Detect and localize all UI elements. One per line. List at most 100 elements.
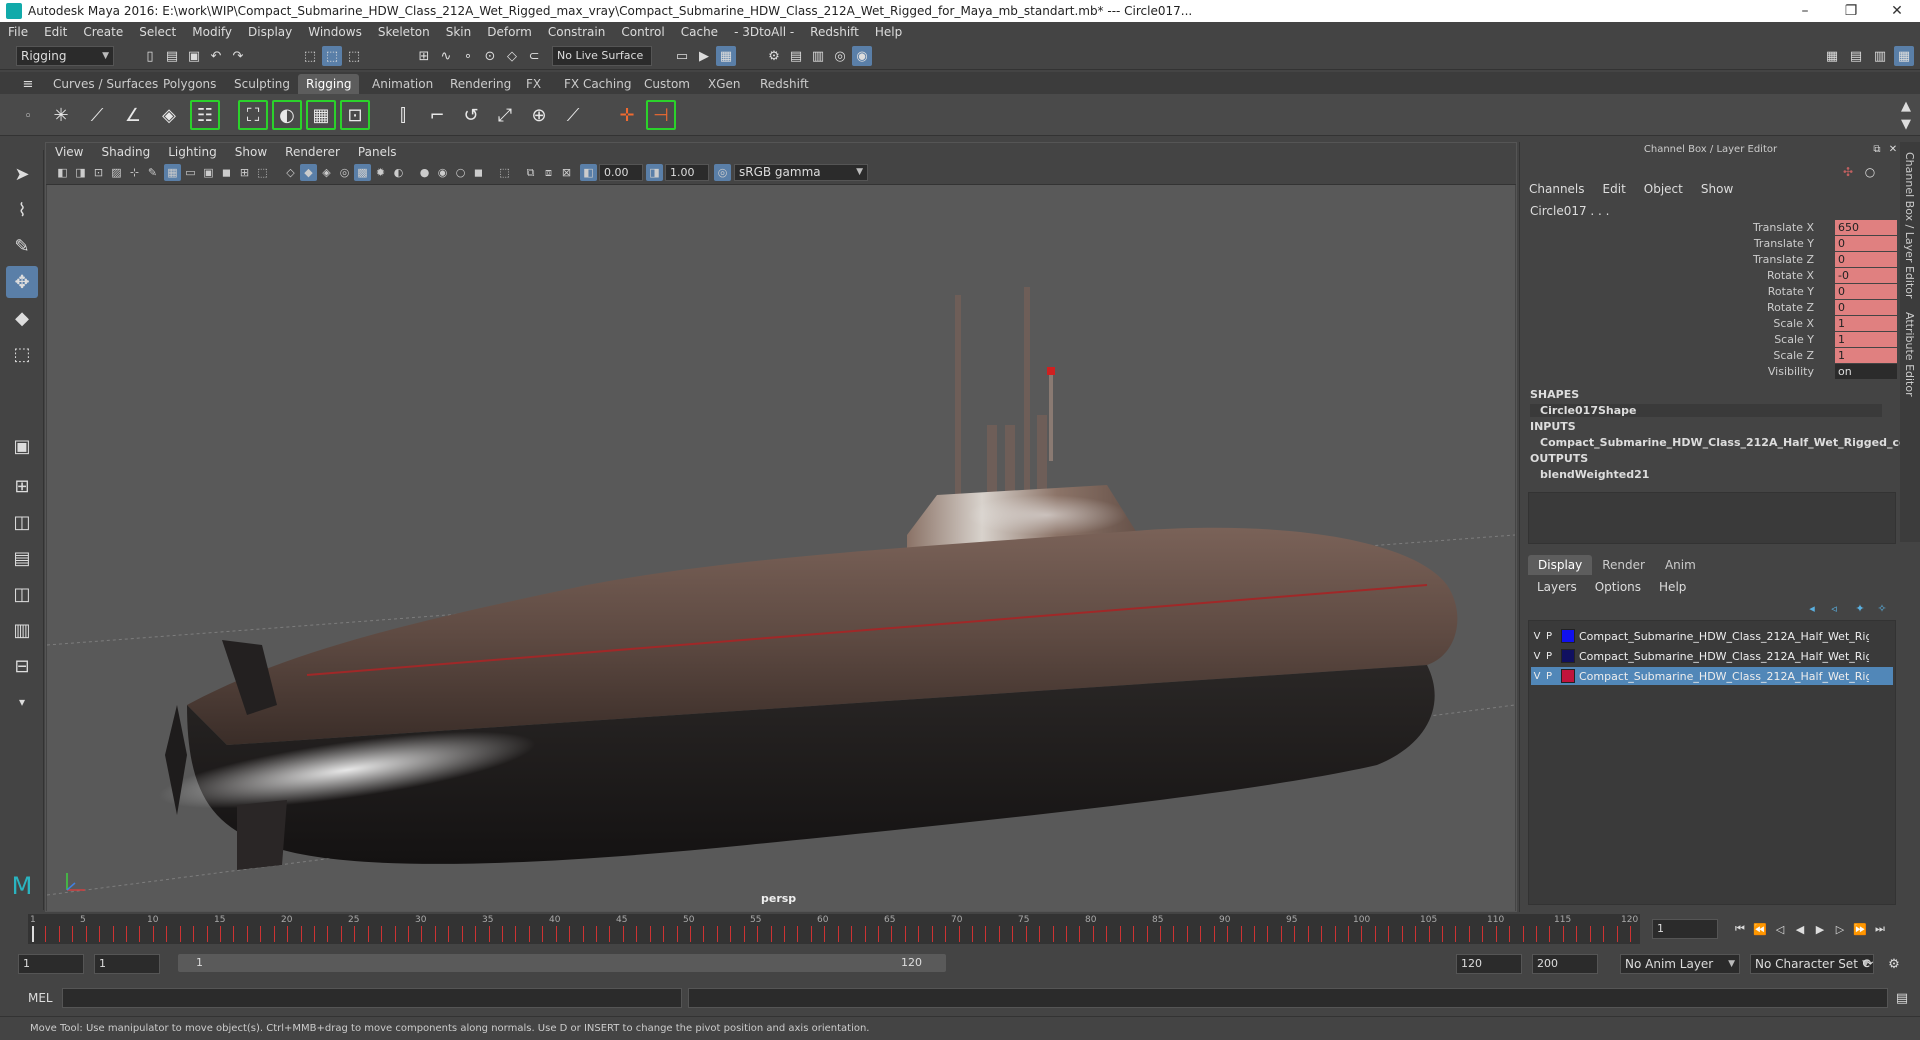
open-scene-icon[interactable]: ▤ bbox=[162, 46, 182, 66]
close-button[interactable]: ✕ bbox=[1874, 3, 1920, 19]
snap-grid-icon[interactable]: ⊞ bbox=[414, 46, 434, 66]
animation-start-field[interactable]: 1 bbox=[18, 954, 84, 974]
command-input[interactable] bbox=[62, 988, 682, 1008]
step-back-key-icon[interactable]: ⏪ bbox=[1750, 919, 1770, 939]
select-object-icon[interactable]: ⬚ bbox=[322, 46, 342, 66]
attr-value[interactable]: on bbox=[1835, 364, 1897, 379]
persp-outliner-layout-icon[interactable]: ▤ bbox=[6, 542, 38, 574]
attr-value[interactable]: 650 bbox=[1835, 220, 1897, 235]
new-layer-icon[interactable]: ✦ bbox=[1850, 598, 1870, 618]
shelf-scroll-up-icon[interactable]: ▲ bbox=[1896, 96, 1916, 116]
use-all-lights-icon[interactable]: ✹ bbox=[372, 164, 389, 181]
outliner-layout-icon[interactable]: ⊟ bbox=[6, 650, 38, 682]
ipr-render-icon[interactable]: ▦ bbox=[716, 46, 736, 66]
restore-button[interactable]: ❐ bbox=[1828, 3, 1874, 19]
tab-xgen[interactable]: XGen bbox=[700, 74, 749, 94]
animation-preferences-icon[interactable]: ⚙ bbox=[1884, 954, 1904, 974]
menu-help[interactable]: Help bbox=[867, 25, 910, 39]
resolution-gate-icon[interactable]: ▣ bbox=[200, 164, 217, 181]
tool-settings-toggle-icon[interactable]: ▥ bbox=[1870, 46, 1890, 66]
aim-constraint-icon[interactable]: ⊕ bbox=[524, 100, 554, 130]
snap-surface-icon[interactable]: ◇ bbox=[502, 46, 522, 66]
animation-end-field[interactable]: 200 bbox=[1532, 954, 1598, 974]
select-hierarchy-icon[interactable]: ⬚ bbox=[300, 46, 320, 66]
attr-row-translate-x[interactable]: Translate X 650 bbox=[1520, 220, 1902, 236]
step-forward-key-icon[interactable]: ⏩ bbox=[1850, 919, 1870, 939]
exposure-field[interactable]: 0.00 bbox=[599, 164, 643, 181]
channel-box-menu-channels[interactable]: Channels bbox=[1520, 182, 1594, 196]
tab-fx[interactable]: FX bbox=[518, 74, 549, 94]
layer-row[interactable]: V P Compact_Submarine_HDW_Class_212A_Hal… bbox=[1531, 647, 1893, 665]
paint-weights-icon[interactable]: ◐ bbox=[272, 100, 302, 130]
go-to-end-icon[interactable]: ⏭ bbox=[1870, 919, 1890, 939]
grid-icon[interactable]: ▦ bbox=[164, 164, 181, 181]
viewport-menu-view[interactable]: View bbox=[46, 145, 92, 159]
move-tool-icon[interactable]: ✥ bbox=[6, 266, 38, 298]
ik-spline-icon[interactable]: ∠ bbox=[118, 100, 148, 130]
menu-redshift[interactable]: Redshift bbox=[802, 25, 867, 39]
camera-attributes-icon[interactable]: ◨ bbox=[72, 164, 89, 181]
move-layer-down-icon[interactable]: ◃ bbox=[1824, 598, 1844, 618]
save-scene-icon[interactable]: ▣ bbox=[184, 46, 204, 66]
layer-playback-toggle[interactable]: P bbox=[1543, 631, 1555, 642]
close-panel-icon[interactable]: ✕ bbox=[1886, 142, 1900, 156]
side-tab-channel-box[interactable]: Channel Box / Layer Editor bbox=[1903, 152, 1916, 299]
new-layer-from-selection-icon[interactable]: ✧ bbox=[1872, 598, 1892, 618]
tab-render[interactable]: Render bbox=[1592, 555, 1655, 575]
hypershade-icon[interactable]: ▤ bbox=[786, 46, 806, 66]
side-tab-attribute-editor[interactable]: Attribute Editor bbox=[1903, 312, 1916, 397]
tab-polygons[interactable]: Polygons bbox=[155, 74, 224, 94]
attr-value[interactable]: -0 bbox=[1835, 268, 1897, 283]
menu-display[interactable]: Display bbox=[240, 25, 300, 39]
orient-constraint-icon[interactable]: ↺ bbox=[456, 100, 486, 130]
attr-row-translate-y[interactable]: Translate Y 0 bbox=[1520, 236, 1902, 252]
speed-icon[interactable]: ○ bbox=[1860, 162, 1880, 182]
menu-windows[interactable]: Windows bbox=[300, 25, 370, 39]
playback-end-field[interactable]: 120 bbox=[1456, 954, 1522, 974]
channel-box-menu-object[interactable]: Object bbox=[1635, 182, 1692, 196]
lasso-tool-icon[interactable]: ⌇ bbox=[6, 194, 38, 226]
step-forward-frame-icon[interactable]: ▷ bbox=[1830, 919, 1850, 939]
menu-cache[interactable]: Cache bbox=[673, 25, 726, 39]
menu-constrain[interactable]: Constrain bbox=[540, 25, 614, 39]
tab-fx-caching[interactable]: FX Caching bbox=[556, 74, 639, 94]
magnet-icon[interactable]: ⊂ bbox=[524, 46, 544, 66]
attr-value[interactable]: 1 bbox=[1835, 316, 1897, 331]
layer-menu-help[interactable]: Help bbox=[1650, 580, 1695, 594]
modeling-toolkit-icon[interactable]: ▦ bbox=[1822, 46, 1842, 66]
layer-playback-toggle[interactable]: P bbox=[1543, 651, 1555, 662]
channel-box-menu-edit[interactable]: Edit bbox=[1594, 182, 1635, 196]
menu-deform[interactable]: Deform bbox=[479, 25, 540, 39]
attr-value[interactable]: 0 bbox=[1835, 300, 1897, 315]
perspective-viewport[interactable]: persp bbox=[47, 185, 1515, 911]
depth-of-field-icon[interactable]: ◼ bbox=[470, 164, 487, 181]
scale-constraint-icon[interactable]: ⤢ bbox=[490, 100, 520, 130]
shape-node[interactable]: Circle017Shape bbox=[1530, 404, 1882, 417]
tab-animation[interactable]: Animation bbox=[364, 74, 441, 94]
tab-custom[interactable]: Custom bbox=[636, 74, 698, 94]
viewport-menu-show[interactable]: Show bbox=[226, 145, 276, 159]
image-plane-icon[interactable]: ▨ bbox=[108, 164, 125, 181]
locator-icon[interactable]: ✛ bbox=[612, 100, 642, 130]
menu-3dtoall[interactable]: - 3DtoAll - bbox=[726, 25, 802, 39]
anim-layer-dropdown[interactable]: No Anim Layer ▼ bbox=[1620, 954, 1740, 974]
gamma-field[interactable]: 1.00 bbox=[665, 164, 709, 181]
isolate-select-icon[interactable]: ⬚ bbox=[496, 164, 513, 181]
select-component-icon[interactable]: ⬚ bbox=[344, 46, 364, 66]
wireframe-icon[interactable]: ◇ bbox=[282, 164, 299, 181]
viewport-menu-panels[interactable]: Panels bbox=[349, 145, 406, 159]
menu-select[interactable]: Select bbox=[131, 25, 184, 39]
redshift-render-icon[interactable]: ◉ bbox=[852, 46, 872, 66]
render-settings-icon[interactable]: ⚙ bbox=[764, 46, 784, 66]
minimize-button[interactable]: – bbox=[1782, 3, 1828, 19]
quick-rig-icon[interactable]: ☷ bbox=[190, 100, 220, 130]
textured-icon[interactable]: ▩ bbox=[354, 164, 371, 181]
attr-row-rotate-y[interactable]: Rotate Y 0 bbox=[1520, 284, 1902, 300]
script-editor-icon[interactable]: ▤ bbox=[1892, 988, 1912, 1008]
custom-layout-icon[interactable]: ▥ bbox=[6, 614, 38, 646]
attr-value[interactable]: 1 bbox=[1835, 348, 1897, 363]
snap-view-icon[interactable]: ⊙ bbox=[480, 46, 500, 66]
time-slider[interactable]: 1 5 10 15 20 25 30 35 40 45 50 55 60 65 … bbox=[28, 914, 1640, 944]
xray-active-icon[interactable]: ⧈ bbox=[540, 164, 557, 181]
layer-visibility-toggle[interactable]: V bbox=[1531, 651, 1543, 662]
